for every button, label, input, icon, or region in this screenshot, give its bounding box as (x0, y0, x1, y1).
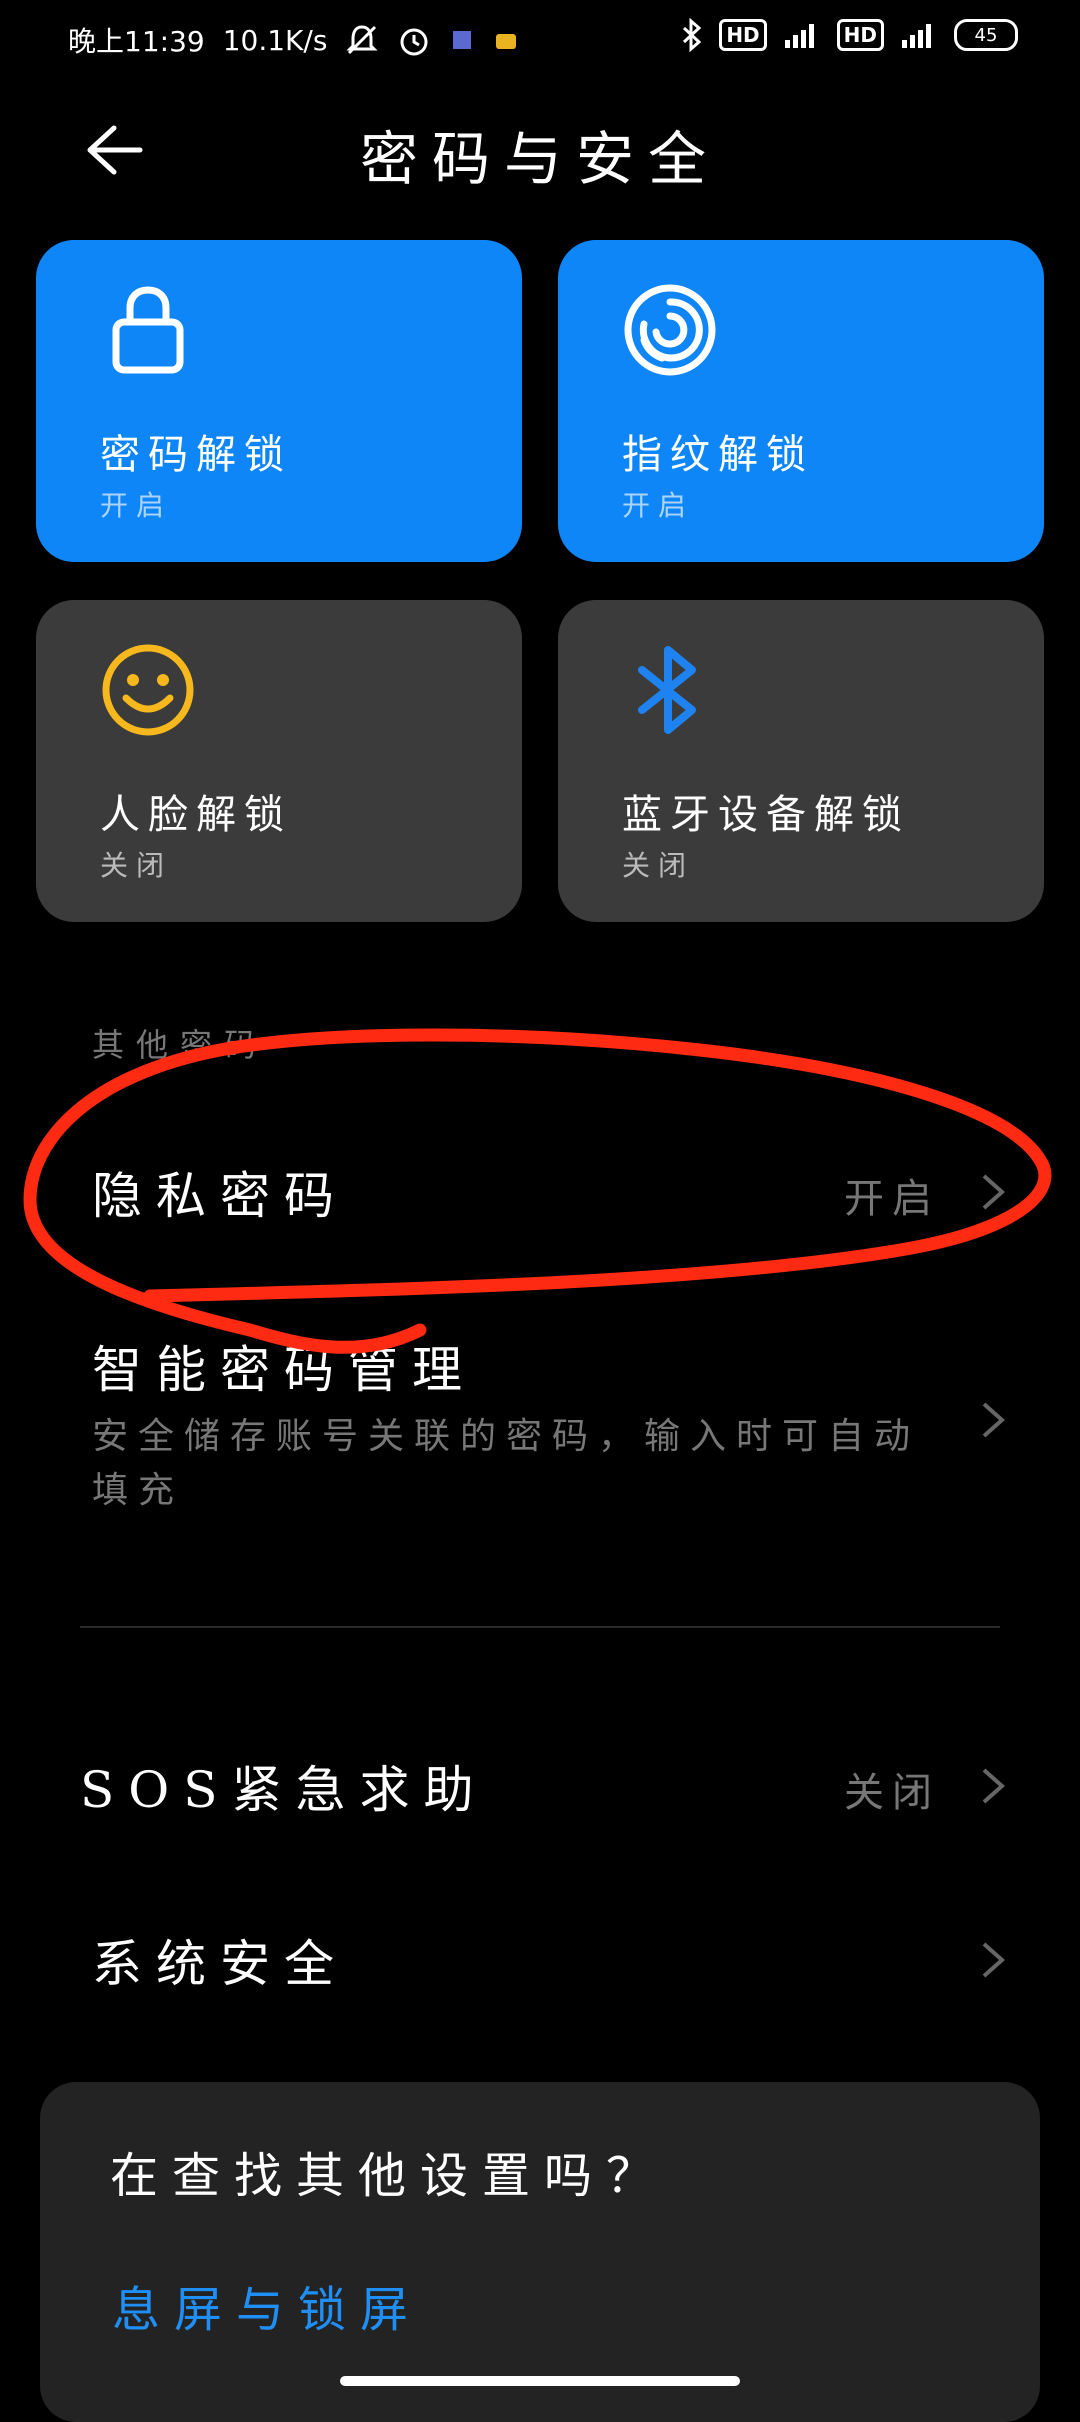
mute-bell-icon (346, 25, 379, 55)
privacy-password-value: 开启 (844, 1176, 940, 1222)
status-left: 晚上11:39 10.1K/s (68, 20, 519, 60)
bluetooth-unlock-status: 关闭 (622, 849, 695, 882)
alarm-icon (400, 28, 428, 56)
fingerprint-unlock-title: 指纹解锁 (622, 432, 814, 478)
privacy-password-title: 隐私密码 (92, 1167, 348, 1225)
face-unlock-tile[interactable]: 人脸解锁 关闭 (36, 600, 522, 922)
smart-password-manager-description: 安全储存账号关联的密码，输入时可自动填充 (92, 1416, 921, 1511)
other-passwords-section-label: 其他密码 (92, 1026, 269, 1064)
tv-notification-icon (496, 34, 517, 49)
chevron-right-icon (982, 1768, 1006, 1804)
bluetooth-status-icon (683, 18, 702, 52)
status-right: HD HD 45 (681, 18, 1018, 52)
system-security-title: 系统安全 (92, 1935, 348, 1993)
password-unlock-title: 密码解锁 (100, 432, 292, 478)
chevron-right-icon (982, 1174, 1006, 1210)
signal-icon-1 (784, 24, 814, 48)
page-title: 密码与安全 (359, 125, 720, 193)
fingerprint-unlock-tile[interactable]: 指纹解锁 开启 (558, 240, 1044, 562)
section-divider (80, 1626, 1000, 1628)
fingerprint-icon (624, 284, 716, 376)
status-bar: 晚上11:39 10.1K/s HD HD 45 (0, 0, 1080, 80)
hd-badge-1: HD (719, 19, 767, 51)
smart-password-manager-row[interactable]: 智能密码管理 安全储存账号关联的密码，输入时可自动填充 (0, 1310, 1080, 1530)
password-unlock-tile[interactable]: 密码解锁 开启 (36, 240, 522, 562)
face-unlock-title: 人脸解锁 (100, 792, 292, 838)
bluetooth-unlock-title: 蓝牙设备解锁 (622, 792, 910, 838)
signal-icon-2 (902, 24, 931, 48)
chevron-right-icon (982, 1942, 1006, 1978)
find-other-settings-card: 在查找其他设置吗？ 息屏与锁屏 (40, 2082, 1040, 2422)
battery-indicator: 45 (954, 19, 1018, 51)
system-security-row[interactable]: 系统安全 (0, 1904, 1080, 2004)
privacy-password-row[interactable]: 隐私密码 开启 (0, 1140, 1080, 1240)
fingerprint-unlock-status: 开启 (622, 489, 695, 522)
status-net-speed: 10.1K/s (222, 23, 328, 57)
chevron-right-icon (982, 1402, 1006, 1438)
sos-emergency-value: 关闭 (844, 1770, 940, 1816)
bluetooth-icon (638, 646, 696, 734)
hd-badge-2: HD (836, 19, 884, 51)
home-indicator[interactable] (340, 2376, 740, 2386)
app-notification-icon (453, 31, 472, 49)
lock-icon (112, 286, 184, 374)
password-unlock-status: 开启 (100, 489, 173, 522)
face-unlock-status: 关闭 (100, 849, 173, 882)
sos-emergency-title: SOS紧急求助 (80, 1761, 488, 1819)
smart-password-manager-title: 智能密码管理 (92, 1341, 476, 1399)
smiley-face-icon (102, 644, 194, 736)
find-other-settings-title: 在查找其他设置吗？ (110, 2148, 669, 2204)
status-time: 晚上11:39 (68, 25, 205, 58)
bluetooth-unlock-tile[interactable]: 蓝牙设备解锁 关闭 (558, 600, 1044, 922)
header: 密码与安全 (0, 90, 1080, 210)
sos-emergency-row[interactable]: SOS紧急求助 关闭 (0, 1730, 1080, 1830)
screen-off-lock-link[interactable]: 息屏与锁屏 (112, 2270, 422, 2340)
